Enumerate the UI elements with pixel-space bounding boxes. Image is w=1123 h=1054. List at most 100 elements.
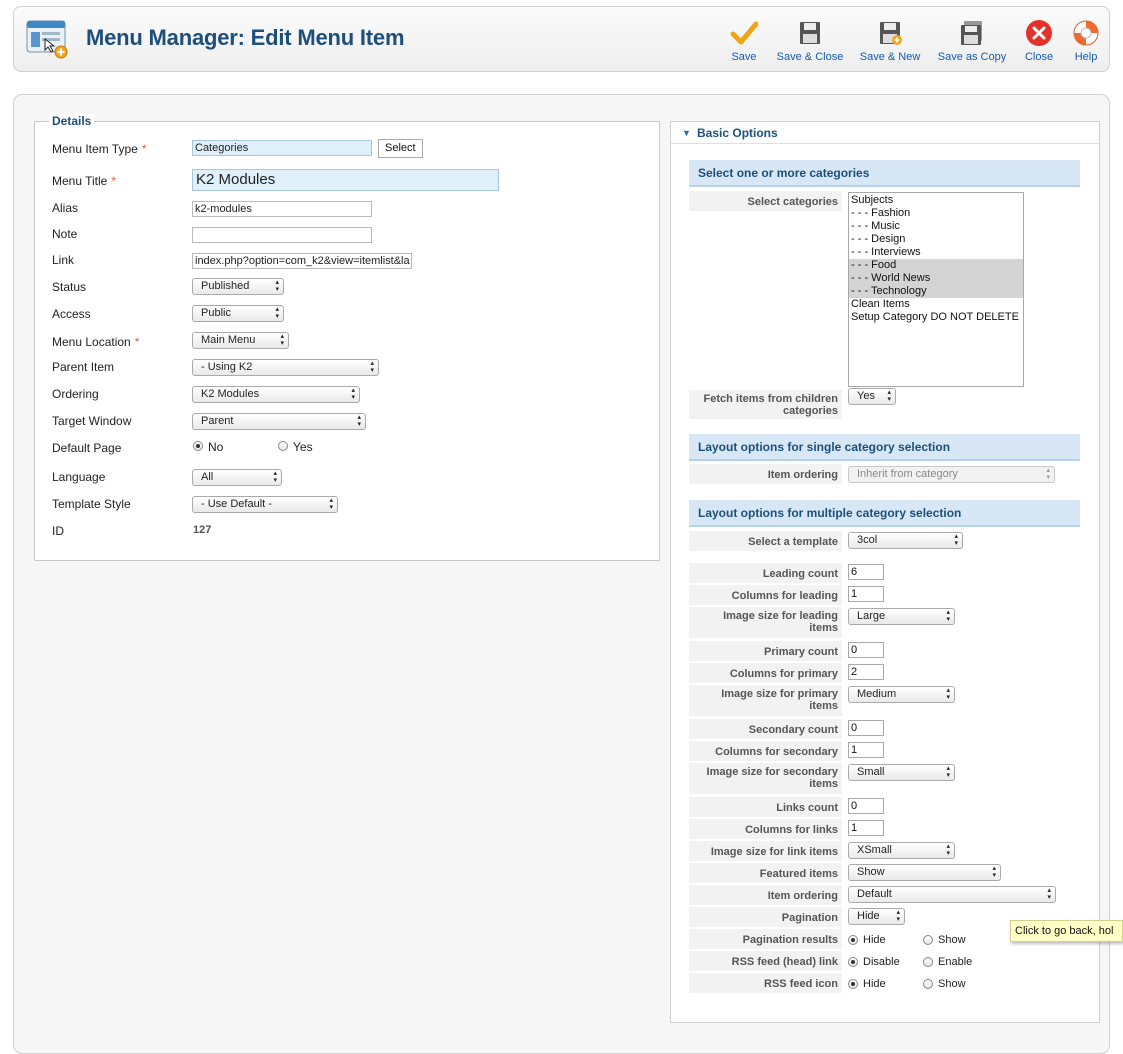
checkmark-icon (730, 19, 759, 47)
rss-head-link-enable-radio[interactable] (923, 957, 933, 967)
menu-location-select[interactable]: Main Menu (192, 332, 289, 349)
columns-secondary-label: Columns for secondary (689, 741, 842, 762)
required-mark: * (111, 174, 117, 188)
rss-head-link-disable-radio[interactable] (848, 957, 858, 967)
save-new-button[interactable]: Save & New (857, 19, 923, 63)
template-style-select[interactable]: - Use Default - (192, 496, 338, 513)
floppy-disk-copy-icon (958, 19, 986, 47)
note-label: Note (52, 227, 78, 241)
category-option[interactable]: - - - Fashion (849, 207, 1023, 220)
pagination-results-hide-label: Hide (863, 934, 886, 946)
parent-item-label: Parent Item (52, 360, 115, 374)
image-size-secondary-label: Image size for secondary (706, 766, 838, 778)
parent-item-select[interactable]: - Using K2 (192, 359, 379, 376)
image-size-primary-select[interactable]: Medium (848, 686, 955, 703)
details-legend: Details (49, 114, 95, 128)
basic-options-title: Basic Options (697, 126, 778, 140)
image-size-leading-select[interactable]: Large (848, 608, 955, 625)
featured-items-select[interactable]: Show (848, 864, 1001, 881)
categories-multiselect[interactable]: Subjects - - - Fashion - - - Music - - - De… (848, 192, 1024, 387)
columns-primary-input[interactable]: 2 (848, 664, 884, 680)
language-label: Language (52, 470, 106, 484)
close-button[interactable]: Close (1022, 19, 1056, 63)
default-page-yes-radio[interactable] (278, 441, 288, 451)
ordering-label: Ordering (52, 387, 99, 401)
menu-title-input[interactable]: K2 Modules (192, 169, 499, 191)
floppy-disk-plus-icon (876, 19, 904, 47)
select-template-select[interactable]: 3col (848, 532, 963, 549)
lifebuoy-icon (1072, 19, 1100, 47)
floppy-disk-icon (796, 19, 824, 47)
menu-manager-logo-icon (26, 19, 70, 59)
rss-head-link-enable-label: Enable (938, 956, 973, 968)
pagination-results-show-radio[interactable] (923, 935, 933, 945)
leading-count-input[interactable]: 6 (848, 564, 884, 580)
image-size-links-select[interactable]: XSmall (848, 842, 955, 859)
category-option[interactable]: Clean Items (849, 298, 1023, 311)
rss-head-link-label: RSS feed (head) link (689, 951, 842, 972)
status-label: Status (52, 280, 87, 294)
pagination-results-hide-radio[interactable] (848, 935, 858, 945)
save-button[interactable]: Save (728, 19, 760, 63)
primary-count-input[interactable]: 0 (848, 642, 884, 658)
columns-leading-input[interactable]: 1 (848, 586, 884, 602)
id-value: 127 (193, 524, 212, 536)
rss-icon-show-label: Show (938, 978, 966, 990)
secondary-count-input[interactable]: 0 (848, 720, 884, 736)
image-size-primary-label: Image size for primary (721, 688, 838, 700)
default-page-no-radio[interactable] (193, 441, 203, 451)
access-select[interactable]: Public (192, 305, 284, 322)
link-field[interactable]: index.php?option=com_k2&view=itemlist&la (192, 253, 412, 269)
category-option[interactable]: Setup Category DO NOT DELETE (849, 311, 1023, 324)
category-option[interactable]: - - - Technology (849, 285, 1023, 298)
help-button[interactable]: Help (1070, 19, 1102, 63)
columns-links-input[interactable]: 1 (848, 820, 884, 836)
access-label: Access (52, 307, 91, 321)
secondary-count-label: Secondary count (689, 719, 842, 740)
default-page-yes-label: Yes (293, 440, 313, 454)
rss-icon-label: RSS feed icon (689, 973, 842, 994)
status-select[interactable]: Published (192, 278, 284, 295)
save-as-copy-button[interactable]: Save as Copy (934, 19, 1010, 63)
collapse-triangle-icon: ▼ (682, 128, 691, 138)
default-page-no-label: No (208, 440, 224, 454)
category-option[interactable]: - - - Interviews (849, 246, 1023, 259)
save-close-button[interactable]: Save & Close (774, 19, 846, 63)
alias-input[interactable]: k2-modules (192, 201, 372, 217)
item-ordering-select[interactable]: Default (848, 886, 1056, 903)
links-count-input[interactable]: 0 (848, 798, 884, 814)
menu-item-type-label: Menu Item Type (52, 142, 138, 156)
pagination-select[interactable]: Hide (848, 908, 905, 925)
image-size-secondary-select[interactable]: Small (848, 764, 955, 781)
required-mark: * (141, 142, 147, 156)
category-option[interactable]: Subjects (849, 194, 1023, 207)
menu-location-label: Menu Location (52, 335, 131, 349)
category-option[interactable]: - - - Design (849, 233, 1023, 246)
pagination-results-label: Pagination results (689, 929, 842, 950)
alias-label: Alias (52, 201, 79, 215)
category-option[interactable]: - - - Music (849, 220, 1023, 233)
pagination-results-show-label: Show (938, 934, 966, 946)
fetch-children-select[interactable]: Yes (848, 388, 896, 405)
rss-icon-hide-label: Hide (863, 978, 886, 990)
pagination-label: Pagination (689, 907, 842, 928)
category-option[interactable]: - - - World News (849, 272, 1023, 285)
target-window-label: Target Window (52, 414, 132, 428)
category-option[interactable]: - - - Food (849, 259, 1023, 272)
primary-count-label: Primary count (689, 641, 842, 662)
default-page-label: Default Page (52, 441, 122, 455)
basic-options-header[interactable]: ▼ Basic Options (671, 122, 1099, 144)
page-title: Menu Manager: Edit Menu Item (86, 25, 405, 50)
fetch-children-label: Fetch items from children (703, 393, 838, 405)
columns-secondary-input[interactable]: 1 (848, 742, 884, 758)
rss-icon-show-radio[interactable] (923, 979, 933, 989)
required-mark: * (134, 335, 140, 349)
tooltip: Click to go back, hol (1010, 920, 1123, 942)
rss-icon-hide-radio[interactable] (848, 979, 858, 989)
ordering-select[interactable]: K2 Modules (192, 386, 360, 403)
id-label: ID (52, 524, 64, 538)
language-select[interactable]: All (192, 469, 282, 486)
target-window-select[interactable]: Parent (192, 413, 366, 430)
note-input[interactable] (192, 227, 372, 243)
select-type-button[interactable]: Select (378, 139, 423, 158)
